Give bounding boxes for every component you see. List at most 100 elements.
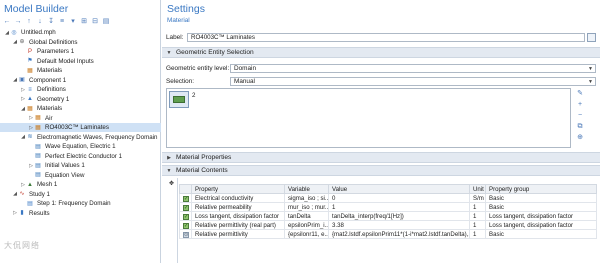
toolbar-button-icon[interactable]: ← xyxy=(3,17,11,25)
geo-level-select[interactable]: Domain ▼ xyxy=(230,63,596,73)
toolbar-button-icon[interactable]: ↓ xyxy=(36,17,44,25)
tree-node-label: Geometry 1 xyxy=(37,95,70,103)
expanded-arrow-icon: ▼ xyxy=(166,49,172,56)
reset-label-icon[interactable] xyxy=(587,33,596,42)
cell-value[interactable]: {mat2.lstdf.epsilonPrim11*(1-i*mat2.lstd… xyxy=(328,229,470,239)
toolbar-button-icon[interactable]: ↑ xyxy=(25,17,33,25)
cell-variable: epsilonPrim_i... xyxy=(284,220,329,230)
section-geometric-entity-selection[interactable]: ▼ Geometric Entity Selection xyxy=(162,47,600,58)
chevron-down-icon: ▼ xyxy=(588,78,593,85)
tree-node-label: Air xyxy=(45,114,53,122)
selection-select[interactable]: Manual ▼ xyxy=(230,76,596,86)
toolbar-button-icon[interactable]: ▤ xyxy=(102,17,110,25)
tree-node-icon: ⊕ xyxy=(19,39,25,45)
tree-node-icon: ≡ xyxy=(28,86,32,93)
tree-node-icon: ▦ xyxy=(27,105,33,112)
column-header[interactable]: Property group xyxy=(485,184,597,194)
material-contents-table: Property Variable Value Unit Property group … xyxy=(179,184,597,239)
tree-node-label: Wave Equation, Electric 1 xyxy=(45,143,116,150)
selection-tool-icon[interactable]: ⧉ xyxy=(578,123,583,131)
selection-tool-icon[interactable]: ✎ xyxy=(577,90,583,98)
status-cell: ✓ xyxy=(179,211,192,221)
cell-unit: 1 xyxy=(469,202,486,212)
column-header[interactable] xyxy=(179,184,192,194)
toolbar-button-icon[interactable]: ↧ xyxy=(47,17,55,25)
table-row[interactable]: ⊙ Relative permittivity {epsilonr11, e...{… xyxy=(179,229,597,239)
table-row[interactable]: ✓ Relative permittivity (real part) epsilo… xyxy=(179,220,597,230)
toolbar-button-icon[interactable]: ⊟ xyxy=(91,17,99,25)
activate-selection-button[interactable] xyxy=(169,91,189,108)
cell-value[interactable]: 1 xyxy=(328,202,470,212)
tree-node[interactable]: ▷ ≡ Definitions xyxy=(0,85,161,94)
column-header[interactable]: Property xyxy=(191,184,285,194)
column-header[interactable]: Variable xyxy=(284,184,329,194)
table-header-row: Property Variable Value Unit Property group xyxy=(179,184,597,194)
tree-node-icon: ▤ xyxy=(35,143,41,150)
expanded-arrow-icon: ▼ xyxy=(166,167,172,174)
toolbar-button-icon[interactable]: → xyxy=(14,17,22,25)
tree-node[interactable]: ▤ Wave Equation, Electric 1 xyxy=(0,142,161,151)
move-icon[interactable]: ✥ xyxy=(169,180,174,187)
tree-node[interactable]: ◢ ◎ Untitled.mph xyxy=(0,28,161,37)
tree-node-icon: ∿ xyxy=(19,191,25,197)
cell-property: Relative permittivity (real part) xyxy=(191,220,285,230)
material-contents-toolbar: ✥ xyxy=(166,178,178,263)
tree-node-icon: ▤ xyxy=(35,172,41,178)
tree-node[interactable]: ▷ ▦ RO4003C™ Laminates xyxy=(0,123,161,132)
model-builder-pane: Model Builder ← → ↑ ↓ ↧ ≡ ▾ ⊞ ⊟ ▤ ◢ ◎ Untitled.mph ◢… xyxy=(0,0,161,263)
tree-node-icon: ▤ xyxy=(35,153,41,159)
cell-group: Basic xyxy=(485,202,597,212)
column-header[interactable]: Unit xyxy=(469,184,486,194)
selection-tool-icon[interactable]: + xyxy=(578,101,582,109)
cell-property: Relative permeability xyxy=(191,202,285,212)
selection-tool-icon[interactable]: ⊕ xyxy=(577,134,583,142)
status-cell: ✓ xyxy=(179,220,192,230)
section-material-contents[interactable]: ▼ Material Contents xyxy=(162,165,600,176)
tree-node[interactable]: ▷ ▤ Initial Values 1 xyxy=(0,161,161,170)
table-body: ✓ Electrical conductivity sigma_iso ; si..… xyxy=(179,193,597,239)
cell-property: Loss tangent, dissipation factor xyxy=(191,211,285,221)
tree-node[interactable]: ◢ ≋ Electromagnetic Waves, Frequency Domai… xyxy=(0,133,161,142)
tree-node-icon: ▲ xyxy=(27,181,33,188)
tree-node[interactable]: ▤ Equation View xyxy=(0,171,161,180)
tree-node[interactable]: ▷ ▮ Results xyxy=(0,209,161,218)
tree-node[interactable]: ◢ ▣ Component 1 xyxy=(0,76,161,85)
cell-value[interactable]: 0 xyxy=(328,193,470,203)
tree-node[interactable]: ◢ ▦ Materials xyxy=(0,104,161,113)
section-material-properties[interactable]: ▶ Material Properties xyxy=(162,152,600,163)
toolbar-button-icon[interactable]: ⊞ xyxy=(80,17,88,25)
tree-node[interactable]: ◢ ∿ Study 1 xyxy=(0,190,161,199)
tree-node[interactable]: ▤ Perfect Electric Conductor 1 xyxy=(0,152,161,161)
settings-subtitle: Material xyxy=(167,17,190,24)
tree-node-label: Initial Values 1 xyxy=(45,162,85,169)
table-row[interactable]: ✓ Relative permeability mur_iso ; mur... 1 1… xyxy=(179,202,597,212)
tree-node[interactable]: ◢ ⊕ Global Definitions xyxy=(0,38,161,47)
tree-node[interactable]: ▷ ▲ Geometry 1 xyxy=(0,95,161,104)
cell-variable: mur_iso ; mur... xyxy=(284,202,329,212)
label-input[interactable]: RO4003C™ Laminates xyxy=(187,33,585,42)
label-row: Label: RO4003C™ Laminates xyxy=(166,33,596,42)
tree-node[interactable]: ▤ Step 1: Frequency Domain xyxy=(0,199,161,208)
cell-value[interactable]: tanDelta_interp(freq/1[Hz]) xyxy=(328,211,470,221)
table-row[interactable]: ✓ Electrical conductivity sigma_iso ; si..… xyxy=(179,193,597,203)
column-header[interactable]: Value xyxy=(328,184,470,194)
tree-node-icon: ▣ xyxy=(19,77,25,83)
tree-node-label: Global Definitions xyxy=(29,38,78,46)
cell-variable: tanDelta xyxy=(284,211,329,221)
tree-node[interactable]: ▷ ▲ Mesh 1 xyxy=(0,180,161,189)
tree-node[interactable]: P Parameters 1 xyxy=(0,47,161,56)
tree-node[interactable]: ▦ Materials xyxy=(0,66,161,75)
tree-node-label: Materials xyxy=(37,67,63,74)
tree-node[interactable]: ⚑ Default Model Inputs xyxy=(0,57,161,66)
tree-node[interactable]: ▷ ▦ Air xyxy=(0,114,161,123)
toolbar-button-icon[interactable]: ▾ xyxy=(69,17,77,25)
cell-value[interactable]: 3.38 xyxy=(328,220,470,230)
selection-list[interactable]: 2 xyxy=(166,88,571,148)
tree-node-icon: ≋ xyxy=(27,134,33,140)
tree-node-icon: ◎ xyxy=(11,29,17,36)
table-row[interactable]: ✓ Loss tangent, dissipation factor tanDelt… xyxy=(179,211,597,221)
selection-tool-icon[interactable]: − xyxy=(578,112,582,120)
toolbar-button-icon[interactable]: ≡ xyxy=(58,17,66,25)
selection-list-item[interactable]: 2 xyxy=(192,92,195,99)
tree-node-icon: ▤ xyxy=(27,200,33,207)
